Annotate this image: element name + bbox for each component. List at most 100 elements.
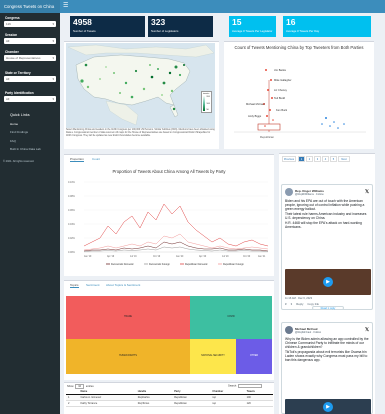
congress-filter-label: Congress [5, 16, 20, 20]
tweets-page-2[interactable]: 2 [306, 156, 313, 162]
x-axis-ticks: Jan '19 Apr '19 Jul '19 Oct '19 Jan '20 … [84, 255, 266, 258]
line-legend: Democratic Domestic Democratic Foreign R… [106, 263, 244, 266]
tab-topics[interactable]: Topics [70, 283, 79, 288]
tweets-page-3[interactable]: 3 [314, 156, 321, 162]
chevron-down-icon: ▾ [52, 39, 54, 43]
tweets-next-button[interactable]: Next [338, 156, 350, 162]
republican-box [257, 123, 281, 131]
tab-sentiment[interactable]: Sentiment [86, 283, 100, 287]
table-cell: Kathy Torrance [78, 400, 136, 407]
avatar[interactable] [285, 188, 293, 196]
session-select[interactable]: All ▾ [4, 38, 56, 44]
name-label: Andy Biggs [248, 114, 262, 118]
quick-link-data-lab[interactable]: Built In China Data Lab [10, 147, 41, 151]
tweets-page-5[interactable]: 5 [330, 156, 337, 162]
party-select[interactable]: All ▾ [4, 96, 56, 102]
show-label: Show [67, 385, 74, 388]
line-chart-title: Proportion of Tweets About China Among A… [112, 169, 226, 174]
heart-icon[interactable]: ♥ [285, 302, 287, 306]
quick-link-faq[interactable]: FAQ [10, 139, 16, 143]
avg-tweets-day-value: 16 [286, 17, 296, 27]
tweet-author-handle[interactable]: @RepMcCaul · Follow [295, 331, 365, 334]
avg-tweets-day-box: 16 Average # Tweets Per Day [283, 16, 371, 37]
name-label: Mike Gallagher [274, 78, 292, 82]
search-label: Search: [228, 384, 237, 388]
tweets-count-box: 4958 Number of Tweets [70, 16, 145, 37]
table-cell: Republican [172, 400, 211, 407]
play-icon[interactable]: ▶ [323, 277, 333, 287]
state-filter-label: State or Territory [5, 71, 31, 75]
map-legend-title: tweets [203, 93, 210, 95]
tweet-card[interactable]: Michael McCaul @RepMcCaul · Follow 𝕏 Why… [281, 322, 373, 414]
y-tick-label: 0.06% [68, 209, 76, 212]
box-chart-title: Count of Tweets Mentioning China by Top … [234, 45, 364, 50]
x-tick-label: Oct '19 [153, 255, 161, 258]
legislators-count-box: 323 Number of Legislators [148, 16, 213, 37]
chamber-select[interactable]: House of Representatives ▾ [4, 55, 56, 61]
treemap-cell-covid[interactable]: COVID [190, 296, 272, 339]
like-count: 3 [290, 302, 293, 306]
reply-action[interactable]: Reply [296, 302, 303, 306]
line-chart-svg: 0.10% 0.08% 0.06% 0.04% 0.02% 0.00% Jan … [68, 181, 269, 266]
tab-proportion[interactable]: Proportion [70, 157, 84, 162]
table-cell: 120 [244, 400, 273, 407]
avatar[interactable] [285, 326, 293, 334]
chamber-filter-label: Chamber [5, 50, 19, 54]
tweets-page-4[interactable]: 4 [322, 156, 329, 162]
x-logo-icon[interactable]: 𝕏 [365, 327, 369, 333]
top-navbar: Congress Tweets on China ☰ [0, 0, 385, 13]
tab-about-topics[interactable]: About Topics & Sentiment [106, 283, 140, 287]
x-tick-label: Jan '20 [176, 256, 184, 258]
canada-land [67, 44, 215, 58]
legend-tick: 50 [206, 109, 209, 111]
avg-tweets-legislator-box: 15 Average # Tweets Per Legislator [229, 16, 276, 37]
search-input[interactable] [237, 384, 262, 388]
map-legend-gradient [203, 96, 206, 111]
democratic-domestic-line [83, 241, 269, 252]
box-chart-svg: Jim Banks Mike Gallagher Liz Cheney Ted … [234, 68, 366, 139]
x-logo-icon[interactable]: 𝕏 [365, 189, 369, 195]
tab-count[interactable]: Count [92, 157, 100, 161]
y-tick-label: 0.04% [68, 223, 76, 226]
map-caption: Select Mentioning China and Leaders in t… [66, 129, 215, 137]
tweet-video[interactable]: ▶ [285, 269, 371, 295]
treemap-cell-trade[interactable]: TRADE [66, 296, 190, 339]
tweet-video[interactable]: ▶ [285, 399, 371, 414]
name-label: Ken Buck [276, 108, 288, 112]
quick-link-findings[interactable]: Find Findings [10, 130, 28, 134]
tweets-prev-button[interactable]: Previous [282, 156, 296, 162]
name-label: Jim Banks [274, 68, 287, 72]
play-icon[interactable]: ▶ [323, 402, 333, 412]
x-tick-label: Jul '19 [130, 256, 137, 258]
state-select[interactable]: All ▾ [4, 76, 56, 82]
us-choropleth-map[interactable]: tweets 200 100 50 [66, 43, 215, 128]
x-tick-label: Jan '21 [258, 256, 266, 258]
hamburger-icon[interactable]: ☰ [63, 3, 70, 10]
tweet-author-handle[interactable]: @RepRWilliams · Follow [295, 193, 365, 196]
name-label: Liz Cheney [274, 88, 288, 92]
x-tick-label: Jan '19 [84, 256, 92, 258]
tweet-timestamp[interactable]: 11:16 AM · Dec 6, 2023 [285, 297, 312, 300]
box-chart-x-label: Republican [260, 135, 274, 139]
x-tick-label: Apr '20 [199, 255, 207, 258]
x-tick-label: Oct '20 [243, 255, 251, 258]
tweet-card[interactable]: Rep. Roger Williams @RepRWilliams · Foll… [281, 184, 373, 310]
tweets-page-1[interactable]: 1 [298, 156, 305, 162]
tweet-text: Why is the Biden admin allowing an app c… [285, 337, 369, 349]
copyright-text: © 2021. All rights reserved. [3, 160, 35, 163]
table-row[interactable]: 2 Kathy Torrance RepTorres Republican re… [66, 400, 273, 407]
party-filter-label: Party Identification [5, 91, 34, 95]
read-reply-button[interactable]: Read 1 reply [312, 306, 344, 310]
treemap-cell-national-security[interactable]: NATIONAL SECURITY [190, 339, 236, 374]
y-tick-label: 0.00% [68, 251, 76, 254]
tweet-text: H.R. 4468 will stop the EPA's attack on … [285, 221, 362, 229]
legislators-table: Name Handle Party Chamber Tweets 1 Carlo… [66, 389, 273, 407]
treemap-cell-human-rights[interactable]: HUMAN RIGHTS [66, 339, 190, 374]
tweet-text: TikTok's propaganda about evil terrorist… [285, 350, 368, 362]
quick-link-home[interactable]: Home [10, 122, 18, 126]
congress-select[interactable]: 116 ▾ [4, 21, 56, 27]
chevron-down-icon: ▾ [52, 22, 54, 26]
treemap-cell-other[interactable]: OTHER [236, 339, 272, 374]
tweets-count-value: 4958 [73, 17, 92, 27]
tweets-count-label: Number of Tweets [73, 29, 96, 33]
